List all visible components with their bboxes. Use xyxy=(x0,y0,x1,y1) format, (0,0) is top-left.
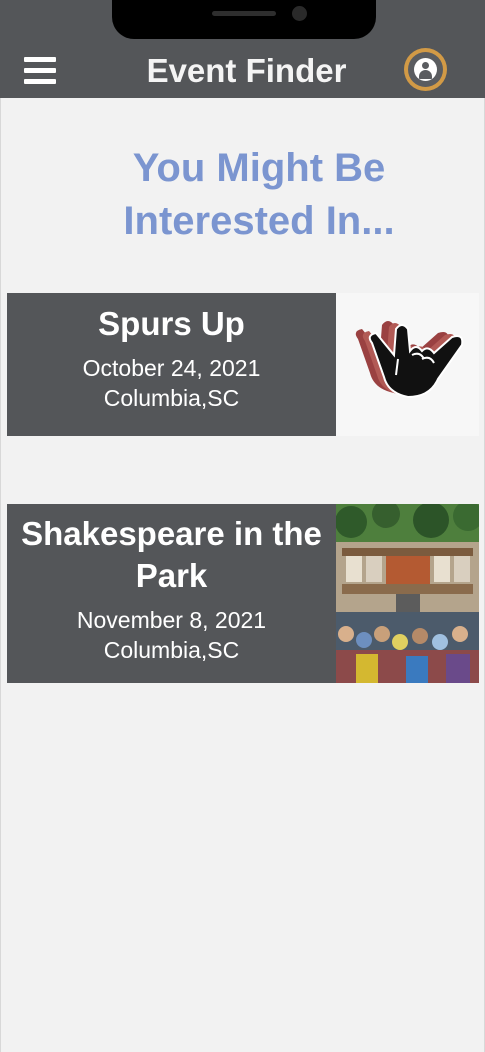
profile-button[interactable] xyxy=(404,48,447,91)
event-title: Spurs Up xyxy=(98,305,245,342)
screen-edge-left xyxy=(0,0,1,1052)
hand-sign-icon xyxy=(355,321,464,399)
app-header: Event Finder xyxy=(0,0,485,98)
section-heading: You Might Be Interested In... xyxy=(123,146,395,243)
event-image xyxy=(336,293,479,436)
event-date: October 24, 2021 xyxy=(82,355,261,381)
event-date: November 8, 2021 xyxy=(76,607,267,633)
event-location: Columbia,SC xyxy=(103,637,240,663)
event-title: Shakespeare in the Park xyxy=(21,515,322,594)
device-notch xyxy=(112,0,376,39)
camera-icon xyxy=(292,6,307,21)
speaker-grille xyxy=(212,11,276,16)
event-image xyxy=(336,504,479,683)
event-card[interactable]: Spurs Up October 24, 2021 Columbia,SC xyxy=(7,293,479,436)
theater-scene-icon xyxy=(336,504,479,683)
event-card-info: Spurs Up October 24, 2021 Columbia,SC xyxy=(7,293,336,436)
event-card-info: Shakespeare in the Park November 8, 2021… xyxy=(7,504,336,683)
event-card[interactable]: Shakespeare in the Park November 8, 2021… xyxy=(7,504,479,683)
event-location: Columbia,SC xyxy=(103,385,240,411)
user-profile-icon xyxy=(408,52,443,87)
